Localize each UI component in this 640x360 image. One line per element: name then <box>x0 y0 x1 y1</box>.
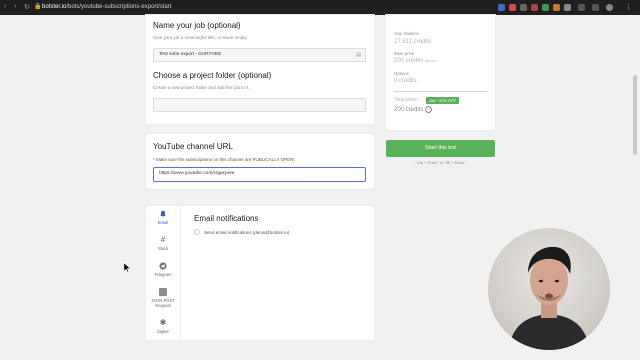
keyboard-shortcut-hint: "Ctrl + Enter" or "⌘ + Enter" <box>415 160 466 165</box>
project-folder-help: Create a new project folder and add this… <box>153 85 250 90</box>
presenter-figure <box>508 246 590 350</box>
back-icon[interactable]: ‹ <box>4 3 6 10</box>
json-icon <box>159 288 167 296</box>
price-summary-card: Your balance 27,611 credits Base price 2… <box>386 15 495 130</box>
lock-icon: 🔒 <box>34 4 42 10</box>
forward-icon[interactable]: › <box>14 3 16 10</box>
tab-email[interactable]: Email <box>148 210 178 225</box>
profile-avatar[interactable] <box>606 4 613 11</box>
tab-telegram[interactable]: Telegram <box>148 262 178 277</box>
zapier-icon: ✱ <box>159 318 167 327</box>
base-price-value: 200 credits per run <box>394 58 437 64</box>
page-scrollbar[interactable] <box>633 75 637 155</box>
divider <box>394 91 487 92</box>
balance-value: 27,611 credits <box>394 39 432 45</box>
job-settings-card: Name your job (optional) Give your job a… <box>146 15 374 124</box>
base-price-label: Base price <box>394 51 415 56</box>
tab-json-post[interactable]: JSON POST Request <box>148 288 178 308</box>
slack-icon: # <box>160 235 166 244</box>
start-bot-button[interactable]: Start this bot <box>386 140 495 157</box>
extension-icon[interactable] <box>578 4 585 11</box>
channel-url-input[interactable]: https://www.youtube.com/c/garyvee <box>153 167 366 182</box>
options-value: 0 credits <box>394 78 417 84</box>
reload-icon[interactable]: ↻ <box>24 3 30 11</box>
extension-icon[interactable] <box>553 4 560 11</box>
project-folder-title: Choose a project folder (optional) <box>153 71 272 80</box>
extension-icon[interactable] <box>542 4 549 11</box>
notifications-card: Email # Slack Telegram JSON POST Request… <box>146 206 374 340</box>
extension-icon[interactable] <box>498 4 505 11</box>
total-price-value: 200 credits i <box>394 106 433 113</box>
menu-icon[interactable]: ⋮ <box>625 3 632 11</box>
job-name-input[interactable]: Test subs export - GARYVEE ▤ <box>153 48 366 62</box>
options-label: Options <box>394 71 409 76</box>
mouse-cursor-icon <box>124 263 130 272</box>
browser-toolbar: ‹ › ↻ 🔒 botster.io/bots/youtube-subscrip… <box>0 0 640 15</box>
address-bar[interactable]: botster.io/bots/youtube-subscriptions-ex… <box>42 4 171 10</box>
discount-badge[interactable]: Get −20% OFF <box>426 97 460 104</box>
job-name-help: Give your job a meaningful title, or lea… <box>153 35 248 40</box>
tab-zapier[interactable]: ✱ Zapier <box>148 318 178 335</box>
email-notifications-label: Send email notifications (denis@botster.… <box>204 230 290 235</box>
total-price-label: Total price: <box>394 97 419 103</box>
project-folder-select[interactable] <box>153 98 366 112</box>
telegram-icon <box>159 262 167 270</box>
email-notifications-title: Email notifications <box>194 214 259 223</box>
puzzle-icon[interactable] <box>592 4 599 11</box>
channel-url-card: YouTube channel URL * Make sure the subs… <box>146 134 374 189</box>
extension-icon[interactable] <box>509 4 516 11</box>
channel-url-note: * Make sure the subscriptions on this ch… <box>153 157 295 162</box>
id-card-icon: ▤ <box>356 52 361 58</box>
email-notifications-checkbox[interactable] <box>194 229 200 235</box>
balance-label: Your balance <box>394 31 419 36</box>
tab-slack[interactable]: # Slack <box>148 235 178 252</box>
webcam-overlay <box>488 228 610 350</box>
job-name-title: Name your job (optional) <box>153 21 241 30</box>
bell-icon <box>160 210 166 218</box>
extension-icon[interactable] <box>564 4 571 11</box>
extension-icon[interactable] <box>520 4 527 11</box>
notification-channels: Email # Slack Telegram JSON POST Request… <box>146 206 181 340</box>
info-icon[interactable]: i <box>425 106 433 113</box>
extension-icon[interactable] <box>531 4 538 11</box>
channel-url-title: YouTube channel URL <box>153 142 233 151</box>
